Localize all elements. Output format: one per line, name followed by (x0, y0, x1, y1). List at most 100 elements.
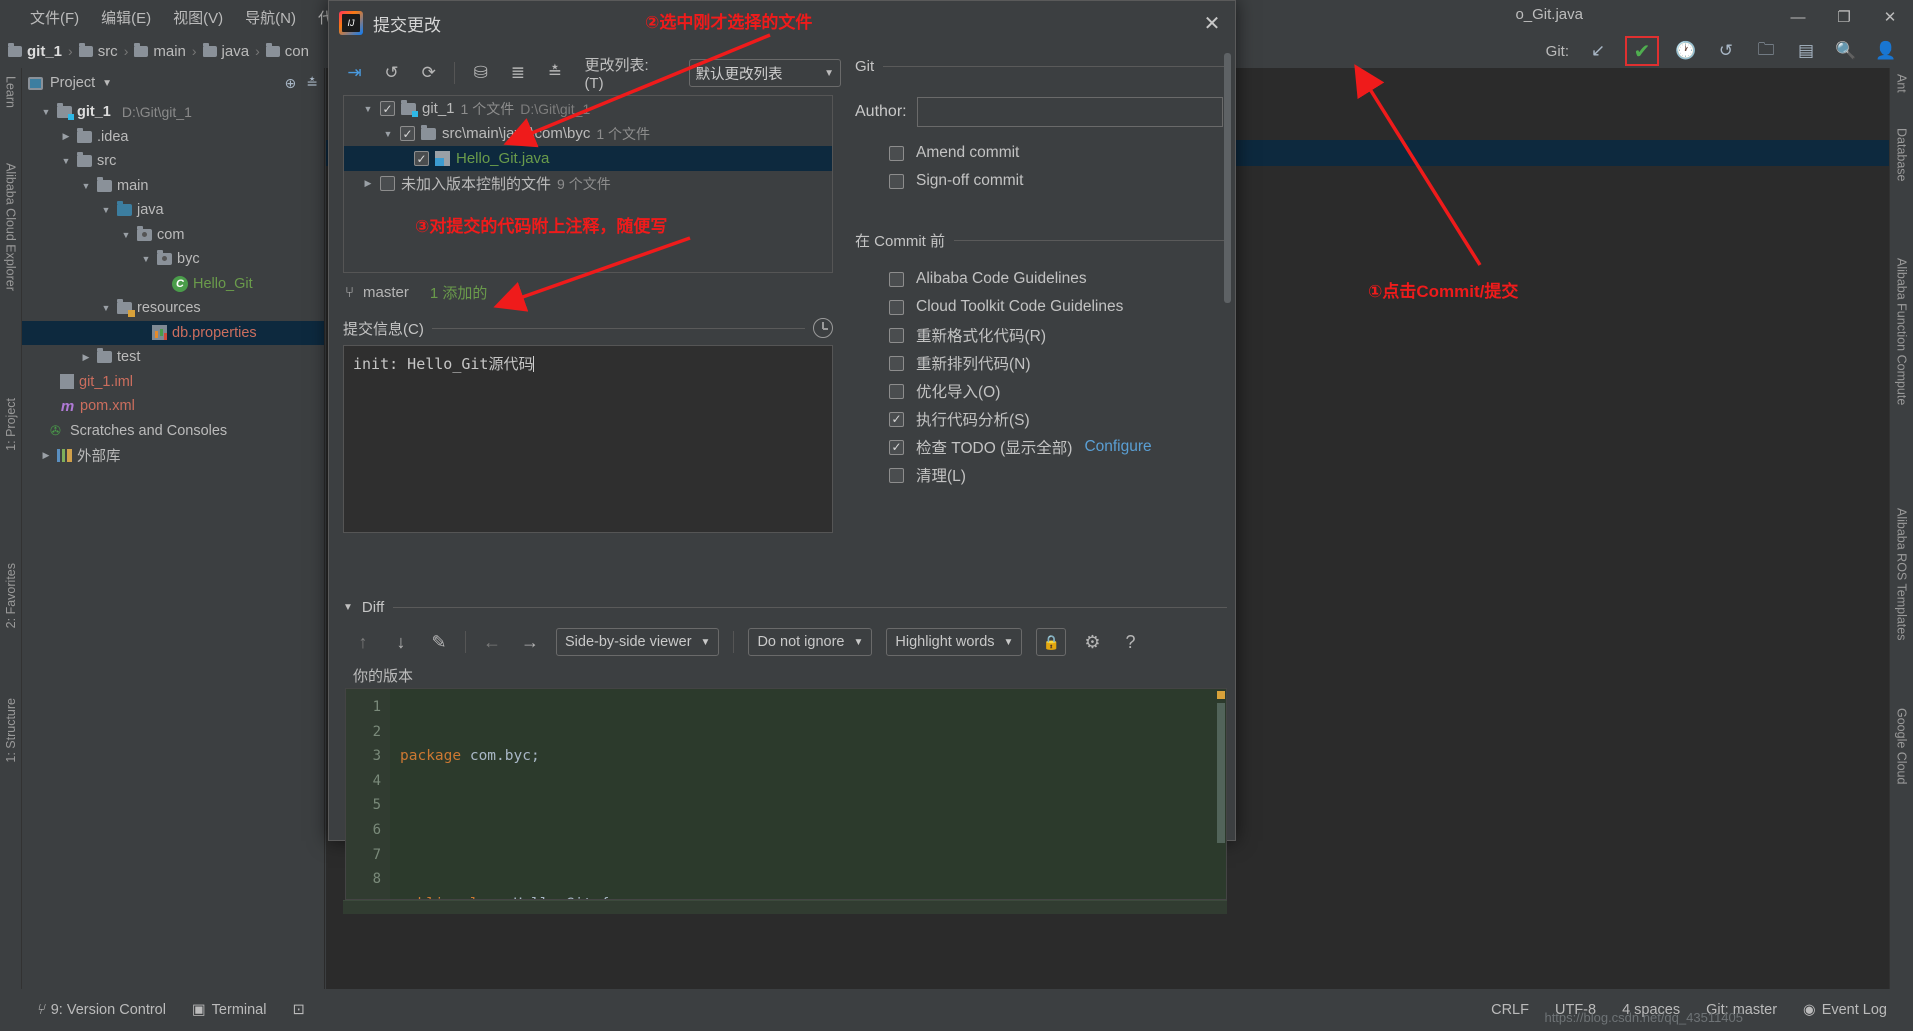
checkbox-box[interactable] (889, 300, 904, 315)
checkbox-box[interactable] (889, 328, 904, 343)
menu-item-file[interactable]: 文件(F) (30, 7, 79, 28)
checkbox-rearrange-code[interactable]: 重新排列代码(N) (889, 349, 1235, 377)
expand-all-icon[interactable]: ≣ (506, 61, 529, 85)
checkbox-amend-commit[interactable]: Amend commit (889, 139, 1235, 167)
tree-row-resources[interactable]: ▼ resources (22, 296, 324, 321)
strip-favorites[interactable]: 2: Favorites (4, 563, 18, 628)
layout-icon[interactable]: ▤ (1793, 38, 1819, 64)
clock-icon[interactable] (813, 318, 833, 338)
twisty-icon[interactable]: ▼ (120, 230, 132, 240)
strip-learn[interactable]: Learn (4, 76, 18, 108)
checkbox-box[interactable] (889, 440, 904, 455)
strip-alibaba-function-compute[interactable]: Alibaba Function Compute (1895, 258, 1909, 405)
user-icon[interactable]: 👤 (1873, 38, 1899, 64)
menu-item-edit[interactable]: 编辑(E) (101, 7, 151, 28)
configure-link[interactable]: Configure (1084, 438, 1151, 456)
status-extra-icon[interactable]: ⊡ (292, 1002, 304, 1018)
update-project-icon[interactable]: ↙ (1585, 38, 1611, 64)
status-event-log[interactable]: ◉ Event Log (1803, 1002, 1887, 1018)
twisty-icon[interactable]: ▼ (80, 181, 92, 191)
twisty-icon[interactable]: ▶ (362, 178, 374, 189)
breadcrumb-item-1[interactable]: src (79, 43, 118, 60)
dialog-close-icon[interactable]: ✕ (1189, 1, 1235, 45)
tree-row-byc[interactable]: ▼ byc (22, 247, 324, 272)
code-scrollbar[interactable] (1216, 689, 1226, 900)
commit-message-input[interactable]: init: Hello_Git源代码 (343, 345, 833, 533)
checkbox-box[interactable] (889, 174, 904, 189)
changelist-select[interactable]: 默认更改列表 ▼ (689, 59, 841, 87)
checkbox-git_1[interactable] (380, 101, 395, 116)
twisty-icon[interactable]: ▼ (362, 104, 374, 114)
tree-row-test[interactable]: ▶ test (22, 345, 324, 370)
minimize-icon[interactable]: — (1775, 0, 1821, 34)
tree-row-scratches[interactable]: ✇ Scratches and Consoles (22, 419, 324, 444)
tree-row-db-properties[interactable]: db.properties (22, 321, 324, 346)
history-icon[interactable]: 🕐 (1673, 38, 1699, 64)
collapse-all-icon[interactable]: ≛ (543, 61, 566, 85)
close-icon[interactable]: ✕ (1867, 0, 1913, 34)
lock-icon[interactable]: 🔒 (1036, 628, 1066, 656)
maximize-icon[interactable]: ❐ (1821, 0, 1867, 34)
checkbox-box[interactable] (889, 356, 904, 371)
twisty-icon[interactable]: ▼ (100, 303, 112, 313)
menu-item-navigate[interactable]: 导航(N) (245, 7, 296, 28)
strip-structure[interactable]: 1: Structure (4, 698, 18, 763)
checkbox-box[interactable] (889, 146, 904, 161)
code-horizontal-scrollbar[interactable] (343, 900, 1227, 914)
checkbox-box[interactable] (889, 272, 904, 287)
search-icon[interactable]: 🔍 (1833, 38, 1859, 64)
strip-database[interactable]: Database (1895, 128, 1909, 182)
breadcrumb-item-3[interactable]: java (203, 43, 250, 60)
undo-icon[interactable]: ↺ (380, 61, 403, 85)
twisty-icon[interactable]: ▼ (100, 205, 112, 215)
strip-ant[interactable]: Ant (1895, 74, 1909, 93)
rollback-icon[interactable]: ↺ (1713, 38, 1739, 64)
commit-button-highlighted[interactable]: ✔ (1625, 36, 1659, 66)
twisty-icon[interactable]: ▼ (343, 602, 353, 613)
file-tree-row-unversioned[interactable]: ▶ 未加入版本控制的文件 9 个文件 (344, 171, 832, 196)
twisty-icon[interactable]: ▼ (60, 156, 72, 166)
twisty-icon[interactable]: ▼ (382, 129, 394, 139)
checkbox-optimize-imports[interactable]: 优化导入(O) (889, 377, 1235, 405)
checkbox-box[interactable] (889, 384, 904, 399)
checkbox-perform-code-analysis[interactable]: 执行代码分析(S) (889, 405, 1235, 433)
arrow-down-icon[interactable]: ↓ (389, 630, 413, 654)
tree-row-git_1[interactable]: ▼ git_1 D:\Git\git_1 (22, 100, 324, 125)
twisty-icon[interactable]: ▶ (80, 352, 92, 363)
checkbox-hello-git-java[interactable] (414, 151, 429, 166)
twisty-icon[interactable]: ▶ (40, 450, 52, 461)
checkbox-unversioned[interactable] (380, 176, 395, 191)
diff-code-content[interactable]: package com.byc; public class Hello_Git … (390, 689, 1226, 899)
tree-row-iml[interactable]: git_1.iml (22, 370, 324, 395)
open-folder-icon[interactable]: 🗀 (1753, 38, 1779, 64)
arrow-left-icon[interactable]: ← (480, 630, 504, 654)
strip-alibaba-cloud-explorer[interactable]: Alibaba Cloud Explorer (4, 163, 18, 291)
arrow-up-icon[interactable]: ↑ (351, 630, 375, 654)
options-scrollbar[interactable] (1224, 53, 1231, 373)
checkbox-check-todo[interactable]: 检查 TODO (显示全部) Configure (889, 433, 1235, 461)
twisty-icon[interactable]: ▼ (140, 254, 152, 264)
file-tree-row-git_1[interactable]: ▼ git_1 1 个文件 D:\Git\git_1 (344, 96, 832, 121)
pencil-icon[interactable]: ✎ (427, 630, 451, 654)
status-terminal[interactable]: ▣ Terminal (192, 1002, 267, 1018)
checkbox-alibaba-code-guidelines[interactable]: Alibaba Code Guidelines (889, 265, 1235, 293)
checkbox-src[interactable] (400, 126, 415, 141)
twisty-icon[interactable]: ▼ (40, 107, 52, 117)
scrollbar-thumb[interactable] (1224, 53, 1231, 303)
strip-project[interactable]: 1: Project (4, 398, 18, 451)
checkbox-cloud-toolkit-code-guidelines[interactable]: Cloud Toolkit Code Guidelines (889, 293, 1235, 321)
highlight-mode-select[interactable]: Highlight words ▼ (886, 628, 1022, 656)
strip-alibaba-ros-templates[interactable]: Alibaba ROS Templates (1895, 508, 1909, 640)
twisty-icon[interactable]: ▶ (60, 131, 72, 142)
viewer-mode-select[interactable]: Side-by-side viewer ▼ (556, 628, 719, 656)
checkbox-box[interactable] (889, 412, 904, 427)
checkbox-reformat-code[interactable]: 重新格式化代码(R) (889, 321, 1235, 349)
diff-code-area[interactable]: 1 2 3 4 5 6 7 8 package com.byc; public … (345, 688, 1227, 900)
chevron-down-icon[interactable]: ▼ (102, 78, 112, 89)
tree-row-external-libraries[interactable]: ▶ 外部库 (22, 443, 324, 468)
arrow-right-icon[interactable]: → (518, 630, 542, 654)
refresh-icon[interactable]: ⟳ (417, 61, 440, 85)
file-tree-row-src[interactable]: ▼ src\main\java\com\byc 1 个文件 (344, 121, 832, 146)
checkbox-sign-off-commit[interactable]: Sign-off commit (889, 167, 1235, 195)
checkbox-cleanup[interactable]: 清理(L) (889, 461, 1235, 489)
